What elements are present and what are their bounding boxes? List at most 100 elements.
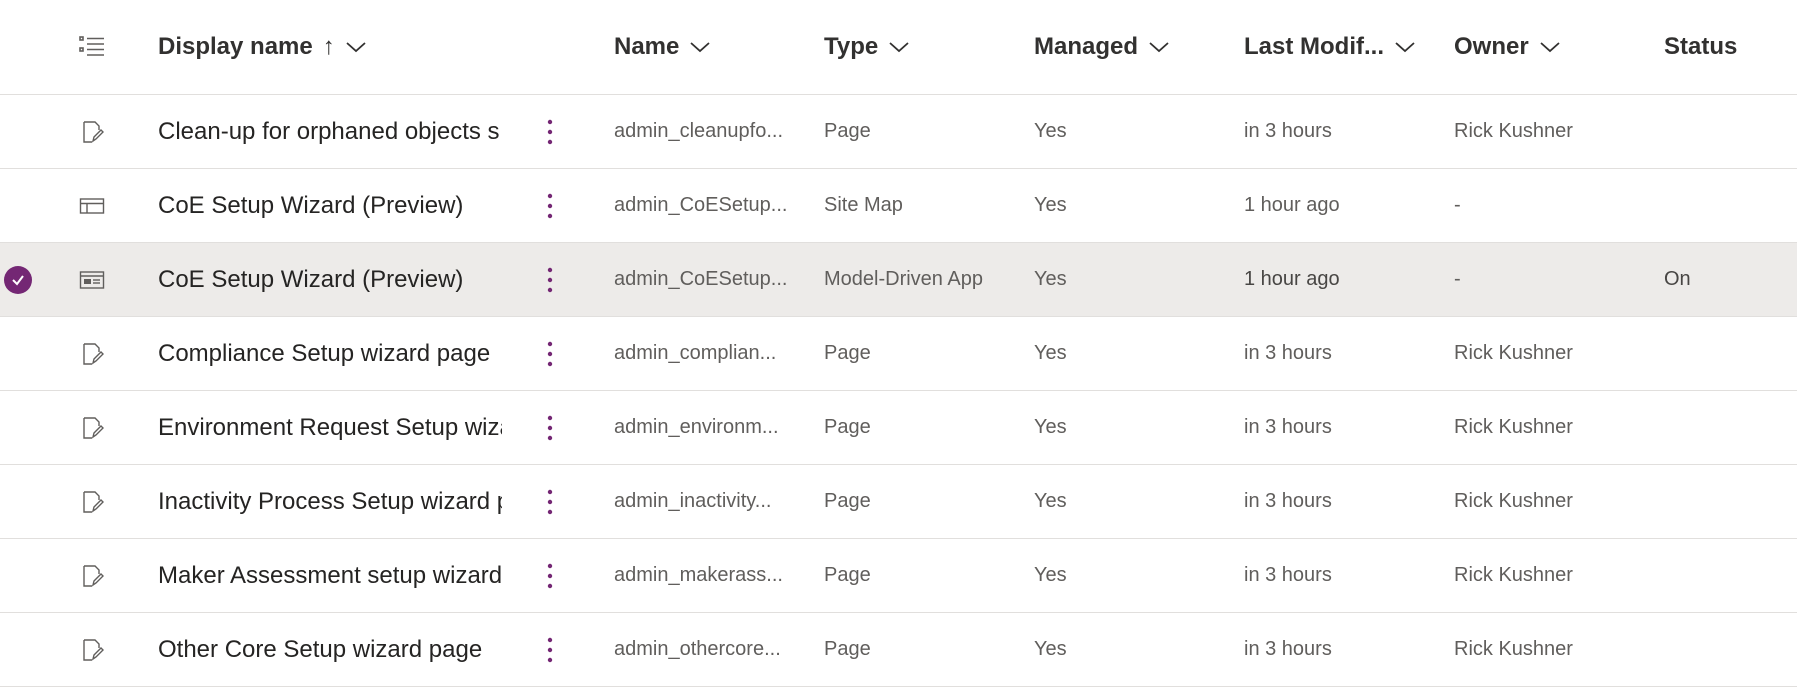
status-cell (1664, 613, 1794, 686)
last-modified-cell: in 3 hours (1244, 120, 1332, 142)
display-name-link[interactable]: Clean-up for orphaned objects s (158, 95, 502, 168)
row-select-checkbox[interactable] (0, 613, 36, 686)
column-options-button[interactable] (74, 0, 110, 94)
chevron-down-icon (345, 40, 367, 54)
type-cell: Site Map (824, 194, 903, 216)
table-row[interactable]: Clean-up for orphaned objects s admin_cle… (0, 95, 1797, 169)
type-cell: Model-Driven App (824, 268, 983, 290)
column-header-status[interactable]: Status (1664, 0, 1794, 94)
display-name-link[interactable]: Environment Request Setup wiza (158, 391, 502, 464)
owner-cell: Rick Kushner (1454, 564, 1573, 586)
table-row[interactable]: Compliance Setup wizard page admin_compli… (0, 317, 1797, 391)
column-header-display-name[interactable]: Display name ↑ (158, 0, 502, 94)
managed-cell: Yes (1034, 120, 1067, 142)
status-cell (1664, 169, 1794, 242)
more-vertical-icon (547, 267, 553, 292)
more-commands-button[interactable] (535, 539, 565, 612)
owner-cell: Rick Kushner (1454, 638, 1573, 660)
row-select-checkbox[interactable] (0, 465, 36, 538)
chevron-down-icon (1539, 40, 1561, 54)
name-cell: admin_CoESetup... (614, 194, 788, 216)
managed-cell: Yes (1034, 342, 1067, 364)
column-header-label: Owner (1454, 33, 1529, 60)
column-header-label: Name (614, 33, 680, 60)
page-icon (74, 95, 110, 168)
status-cell (1664, 391, 1794, 464)
more-vertical-icon (547, 489, 553, 514)
managed-cell: Yes (1034, 564, 1067, 586)
managed-cell: Yes (1034, 194, 1067, 216)
table-row[interactable]: CoE Setup Wizard (Preview) admin_CoESetup… (0, 169, 1797, 243)
column-header-label: Last Modif... (1244, 33, 1384, 60)
last-modified-cell: in 3 hours (1244, 342, 1332, 364)
table-row[interactable]: Inactivity Process Setup wizard p admin_i… (0, 465, 1797, 539)
column-header-label: Type (824, 33, 879, 60)
type-cell: Page (824, 416, 871, 438)
type-cell: Page (824, 490, 871, 512)
page-icon (74, 539, 110, 612)
type-cell: Page (824, 638, 871, 660)
column-header-last-modified[interactable]: Last Modif... (1244, 0, 1434, 94)
more-commands-button[interactable] (535, 613, 565, 686)
owner-cell: Rick Kushner (1454, 120, 1573, 142)
display-name-link[interactable]: Compliance Setup wizard page (158, 317, 502, 390)
column-header-type[interactable]: Type (824, 0, 1014, 94)
more-commands-button[interactable] (535, 243, 565, 316)
managed-cell: Yes (1034, 268, 1067, 290)
last-modified-cell: in 3 hours (1244, 564, 1332, 586)
display-name-link[interactable]: Inactivity Process Setup wizard p (158, 465, 502, 538)
row-select-checkbox[interactable] (0, 243, 36, 316)
name-cell: admin_cleanupfo... (614, 120, 784, 142)
page-icon (74, 391, 110, 464)
row-select-checkbox[interactable] (0, 95, 36, 168)
owner-cell: - (1454, 194, 1461, 216)
name-cell: admin_makerass... (614, 564, 783, 586)
last-modified-cell: 1 hour ago (1244, 268, 1340, 290)
display-name-link[interactable]: Maker Assessment setup wizard (158, 539, 502, 612)
more-commands-button[interactable] (535, 95, 565, 168)
display-name-link[interactable]: CoE Setup Wizard (Preview) (158, 169, 502, 242)
table-row[interactable]: Environment Request Setup wiza admin_envi… (0, 391, 1797, 465)
name-cell: admin_othercore... (614, 638, 781, 660)
row-select-checkbox[interactable] (0, 317, 36, 390)
more-commands-button[interactable] (535, 317, 565, 390)
more-vertical-icon (547, 563, 553, 588)
owner-cell: Rick Kushner (1454, 342, 1573, 364)
table-row[interactable]: Maker Assessment setup wizard admin_maker… (0, 539, 1797, 613)
last-modified-cell: in 3 hours (1244, 416, 1332, 438)
column-header-name[interactable]: Name (614, 0, 790, 94)
column-header-label: Managed (1034, 33, 1139, 60)
last-modified-cell: 1 hour ago (1244, 194, 1340, 216)
row-select-checkbox[interactable] (0, 391, 36, 464)
row-select-checkbox[interactable] (0, 169, 36, 242)
name-cell: admin_complian... (614, 342, 777, 364)
display-name-link[interactable]: CoE Setup Wizard (Preview) (158, 243, 502, 316)
chevron-down-icon (888, 40, 910, 54)
app-icon (74, 243, 110, 316)
column-header-label: Status (1664, 33, 1738, 60)
row-select-checkbox[interactable] (0, 539, 36, 612)
sitemap-icon (74, 169, 110, 242)
table-row[interactable]: CoE Setup Wizard (Preview) admin_CoESetup… (0, 243, 1797, 317)
more-commands-button[interactable] (535, 169, 565, 242)
checkmark-icon (4, 265, 32, 294)
status-cell (1664, 539, 1794, 612)
owner-cell: Rick Kushner (1454, 416, 1573, 438)
solution-objects-grid: Display name ↑ Name Type Managed Last Mo… (0, 0, 1797, 690)
more-vertical-icon (547, 637, 553, 662)
list-icon (79, 36, 104, 56)
page-icon (74, 613, 110, 686)
more-commands-button[interactable] (535, 465, 565, 538)
column-header-managed[interactable]: Managed (1034, 0, 1194, 94)
column-header-label: Display name (158, 33, 313, 60)
name-cell: admin_environm... (614, 416, 779, 438)
column-header-owner[interactable]: Owner (1454, 0, 1644, 94)
owner-cell: Rick Kushner (1454, 490, 1573, 512)
sort-ascending-icon: ↑ (322, 33, 335, 60)
table-row[interactable]: Other Core Setup wizard page admin_otherc… (0, 613, 1797, 687)
type-cell: Page (824, 342, 871, 364)
more-commands-button[interactable] (535, 391, 565, 464)
grid-header: Display name ↑ Name Type Managed Last Mo… (0, 0, 1797, 95)
display-name-link[interactable]: Other Core Setup wizard page (158, 613, 502, 686)
last-modified-cell: in 3 hours (1244, 638, 1332, 660)
